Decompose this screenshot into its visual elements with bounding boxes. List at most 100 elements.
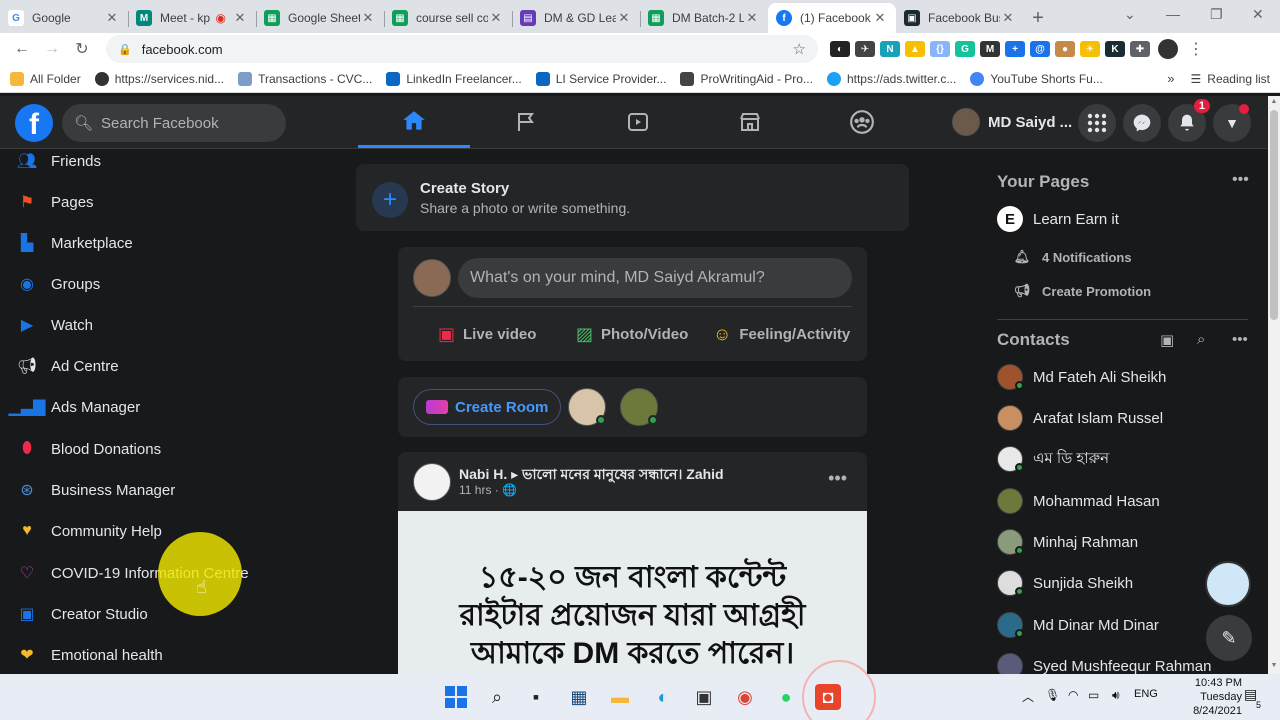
extension-icon[interactable]: N bbox=[880, 41, 900, 57]
create-room-button[interactable]: Create Room bbox=[413, 389, 562, 425]
messenger-button[interactable] bbox=[1123, 104, 1161, 142]
search-icon[interactable]: ⌕ bbox=[1197, 331, 1205, 348]
scrollbar[interactable]: ▲ ▼ bbox=[1268, 96, 1280, 674]
close-icon[interactable]: ✕ bbox=[360, 10, 376, 26]
sidebar-item-creator-studio[interactable]: ▣ Creator Studio bbox=[16, 596, 147, 632]
status-input[interactable]: What's on your mind, MD Saiyd Akramul? bbox=[458, 258, 852, 298]
contact-item[interactable]: Md Dinar Md Dinar bbox=[997, 610, 1159, 640]
avatar[interactable] bbox=[568, 388, 606, 426]
bookmark-item[interactable]: YouTube Shorts Fu... bbox=[970, 71, 1103, 86]
contact-item[interactable]: Md Fateh Ali Sheikh bbox=[997, 362, 1166, 392]
extension-icon[interactable]: K bbox=[1105, 41, 1125, 57]
bookmark-item[interactable]: ProWritingAid - Pro... bbox=[680, 71, 813, 86]
menu-icon[interactable]: ⋮ bbox=[1182, 35, 1210, 63]
forward-icon[interactable]: → bbox=[38, 35, 66, 63]
bookmark-item[interactable]: All Folder bbox=[10, 71, 81, 86]
new-room-icon[interactable]: ▣ bbox=[1160, 331, 1174, 349]
bookmark-item[interactable]: https://services.nid... bbox=[94, 71, 224, 86]
reading-list[interactable]: ☰ Reading list bbox=[1191, 72, 1270, 86]
more-icon[interactable]: ••• bbox=[1232, 331, 1248, 348]
sidebar-item-ad-centre[interactable]: 📢︎ Ad Centre bbox=[16, 348, 119, 384]
avatar[interactable] bbox=[413, 463, 451, 501]
puzzle-icon[interactable]: ✚ bbox=[1130, 41, 1150, 57]
tab-google[interactable]: G Google ✕ bbox=[0, 3, 128, 33]
more-icon[interactable]: ••• bbox=[1232, 171, 1249, 189]
photo-video-button[interactable]: ▨ Photo/Video bbox=[576, 320, 688, 348]
extension-icon[interactable]: {} bbox=[930, 41, 950, 57]
close-icon[interactable]: ✕ bbox=[1000, 10, 1016, 26]
sidebar-item-emotional-health[interactable]: ❤ Emotional health bbox=[16, 637, 162, 673]
search-icon[interactable]: ⌕ bbox=[484, 684, 510, 710]
chrome-icon[interactable]: ◉ bbox=[732, 684, 758, 710]
avatar[interactable] bbox=[620, 388, 658, 426]
facebook-logo[interactable]: f bbox=[15, 104, 53, 142]
nav-groups[interactable] bbox=[806, 96, 918, 148]
reload-icon[interactable]: ↻ bbox=[68, 35, 96, 63]
contact-item[interactable]: Sunjida Sheikh bbox=[997, 568, 1133, 598]
sidebar-item-marketplace[interactable]: ▙ Marketplace bbox=[16, 225, 133, 261]
post-timestamp[interactable]: 11 hrs · 🌐 bbox=[459, 483, 517, 497]
microphone-icon[interactable]: 🎙︎ bbox=[1045, 688, 1060, 702]
extension-icon[interactable]: M bbox=[980, 41, 1000, 57]
file-explorer-icon[interactable]: ▬ bbox=[607, 684, 633, 710]
contact-item[interactable]: Minhaj Rahman bbox=[997, 527, 1138, 557]
chat-head-avatar[interactable] bbox=[1205, 561, 1251, 607]
extension-icon[interactable]: ✈ bbox=[855, 41, 875, 57]
bookmark-item[interactable]: LinkedIn Freelancer... bbox=[386, 71, 522, 86]
extension-icon[interactable]: G bbox=[955, 41, 975, 57]
profile-button[interactable]: MD Saiyd ... bbox=[952, 106, 1072, 138]
volume-icon[interactable]: 🔊︎ bbox=[1112, 688, 1120, 703]
new-message-button[interactable]: ✎ bbox=[1206, 615, 1252, 661]
tab-meet[interactable]: M Meet - kp ◉ ✕ bbox=[128, 3, 256, 33]
extension-icon[interactable]: + bbox=[1005, 41, 1025, 57]
battery-icon[interactable]: ▭ bbox=[1088, 688, 1099, 702]
close-icon[interactable]: ✕ bbox=[232, 10, 248, 26]
bookmark-item[interactable]: LI Service Provider... bbox=[535, 71, 666, 86]
bookmark-item[interactable]: Transactions - CVC... bbox=[238, 71, 372, 86]
close-icon[interactable]: ✕ bbox=[104, 10, 120, 26]
extension-icon[interactable]: ▲ bbox=[905, 41, 925, 57]
sidebar-item-blood-donations[interactable]: ⬮ Blood Donations bbox=[16, 431, 161, 467]
bookmark-item[interactable]: https://ads.twitter.c... bbox=[826, 71, 956, 86]
tab-search-icon[interactable]: ⌄ bbox=[1124, 6, 1136, 23]
avatar[interactable] bbox=[413, 259, 451, 297]
scroll-down-icon[interactable]: ▼ bbox=[1268, 662, 1280, 669]
post-image[interactable]: ১৫-২০ জন বাংলা কন্টেন্ট রাইটার প্রয়োজন … bbox=[398, 511, 867, 674]
sidebar-item-pages[interactable]: ⚑ Pages bbox=[16, 184, 94, 220]
close-icon[interactable]: ✕ bbox=[616, 10, 632, 26]
contact-item[interactable]: এম ডি হারুন bbox=[997, 444, 1109, 474]
extension-icon[interactable]: @ bbox=[1030, 41, 1050, 57]
page-item[interactable]: E Learn Earn it bbox=[997, 205, 1119, 233]
contact-item[interactable]: Arafat Islam Russel bbox=[997, 403, 1163, 433]
create-promotion[interactable]: 📢︎ Create Promotion bbox=[1012, 281, 1151, 301]
widgets-icon[interactable]: ▦ bbox=[566, 684, 592, 710]
scroll-thumb[interactable] bbox=[1270, 110, 1278, 320]
tab-facebook-business[interactable]: ▣ Facebook Bus ✕ bbox=[896, 3, 1024, 33]
feeling-activity-button[interactable]: ☺ Feeling/Activity bbox=[713, 320, 850, 348]
page-notifications[interactable]: 🔔︎ 4 Notifications bbox=[1012, 247, 1132, 267]
extension-icon[interactable]: ☀ bbox=[1080, 41, 1100, 57]
restore-icon[interactable]: ❐ bbox=[1210, 6, 1223, 23]
whatsapp-icon[interactable]: ● bbox=[773, 684, 799, 710]
search-input[interactable]: 🔍︎ Search Facebook bbox=[62, 104, 286, 142]
tab-google-sheets[interactable]: ▦ Google Sheets ✕ bbox=[256, 3, 384, 33]
contact-item[interactable]: Mohammad Hasan bbox=[997, 486, 1160, 516]
bookmarks-more-icon[interactable]: » bbox=[1167, 71, 1174, 86]
nav-pages[interactable] bbox=[470, 96, 582, 148]
clock[interactable]: 10:43 PM Tuesday 8/24/2021 bbox=[1152, 676, 1242, 718]
edge-icon[interactable]: ◐ bbox=[650, 684, 676, 710]
close-window-icon[interactable]: ✕ bbox=[1252, 6, 1264, 23]
live-video-button[interactable]: ▣ Live video bbox=[438, 320, 536, 348]
close-icon[interactable]: ✕ bbox=[744, 10, 760, 26]
windows-start-icon[interactable] bbox=[443, 684, 469, 710]
close-icon[interactable]: ✕ bbox=[488, 10, 504, 26]
sidebar-item-business-manager[interactable]: ⊛ Business Manager bbox=[16, 472, 175, 508]
tab-dm-gd[interactable]: ▤ DM & GD Lea ✕ bbox=[512, 3, 640, 33]
store-icon[interactable]: ▣ bbox=[691, 684, 717, 710]
cookie-icon[interactable]: ● bbox=[1055, 41, 1075, 57]
nav-home[interactable] bbox=[358, 96, 470, 148]
wifi-icon[interactable]: ◠ bbox=[1068, 688, 1078, 702]
sidebar-item-community-help[interactable]: ♥ Community Help bbox=[16, 513, 162, 549]
tab-facebook[interactable]: f (1) Facebook ✕ bbox=[768, 3, 896, 33]
close-icon[interactable]: ✕ bbox=[872, 10, 888, 26]
